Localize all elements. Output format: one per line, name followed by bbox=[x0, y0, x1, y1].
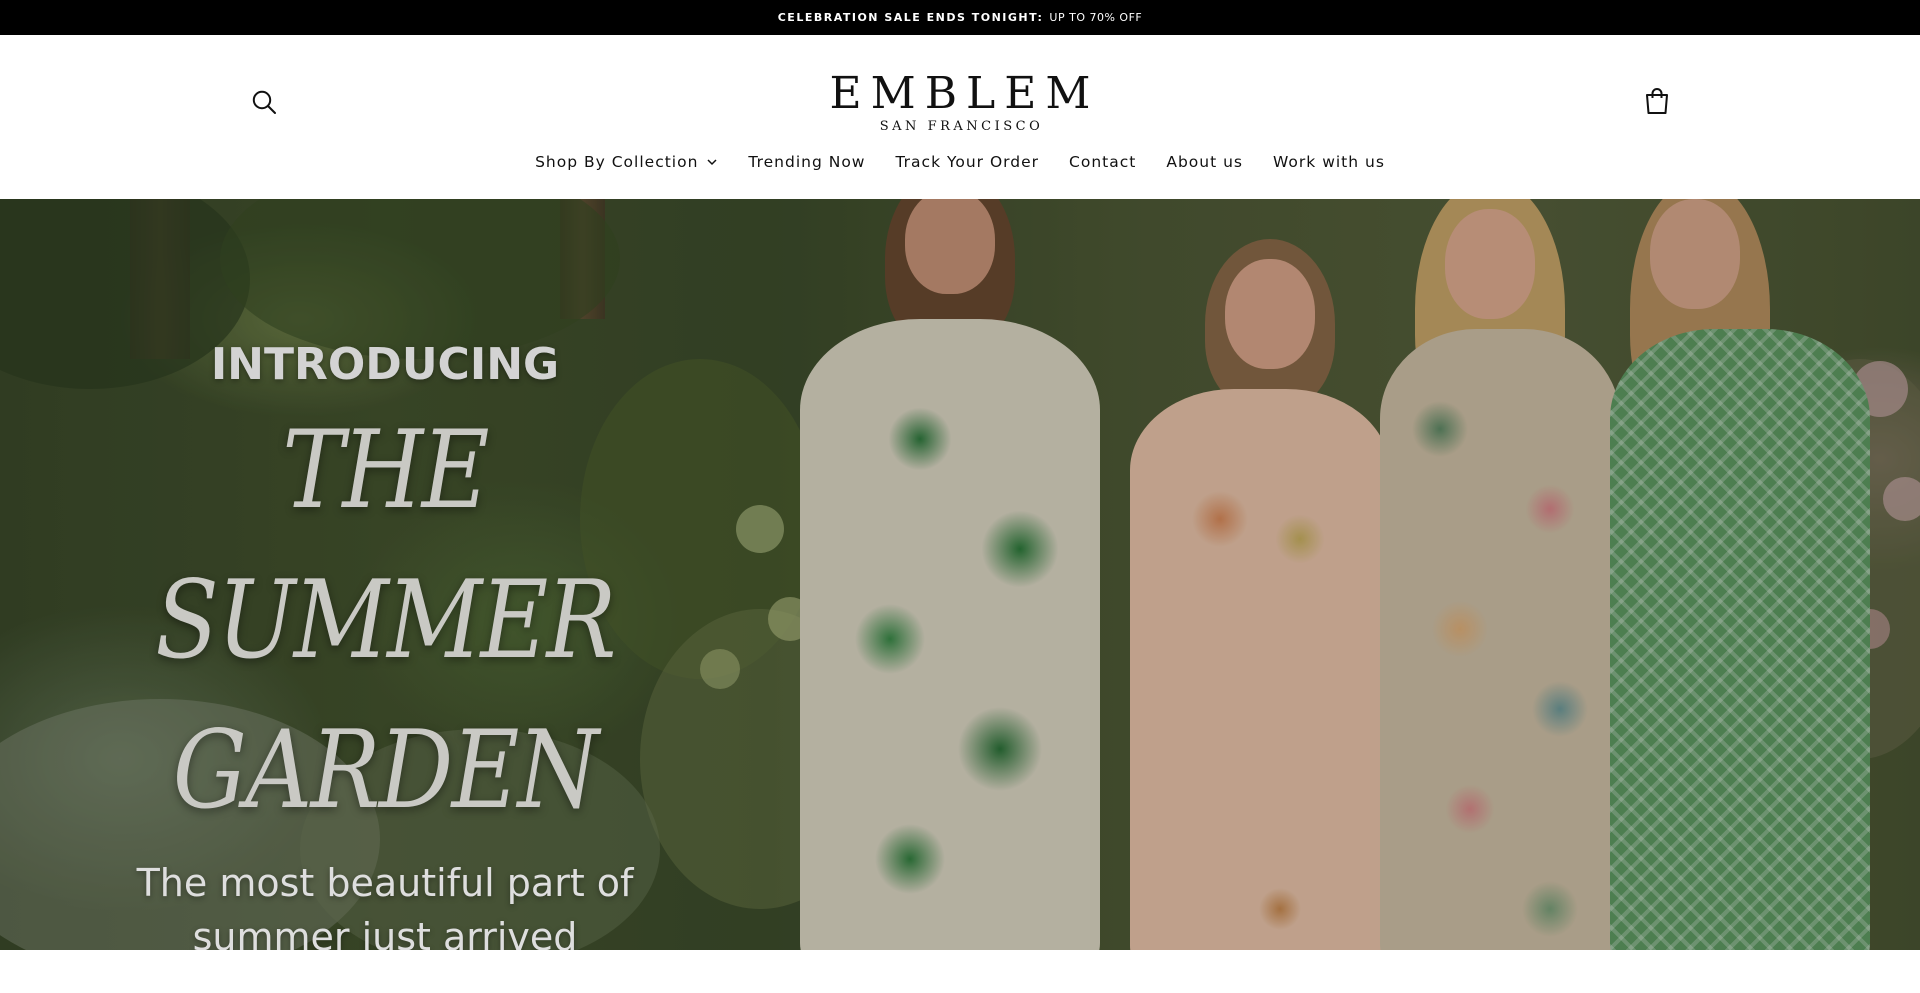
logo-subtitle: SAN FRANCISCO bbox=[879, 119, 1044, 134]
nav-item-shop-by-collection[interactable]: Shop By Collection bbox=[520, 153, 733, 171]
hero-headline-line1: THE SUMMER bbox=[155, 408, 616, 683]
nav-item-label: Track Your Order bbox=[895, 153, 1040, 171]
announcement-light-text: UP TO 70% OFF bbox=[1049, 11, 1143, 24]
hero-copy: INTRODUCING THE SUMMER GARDEN The most b… bbox=[60, 339, 710, 950]
nav-item-label: About us bbox=[1166, 153, 1244, 171]
nav-item-about-us[interactable]: About us bbox=[1151, 153, 1258, 171]
hero-subcopy-line2: summer just arrived bbox=[192, 915, 578, 950]
logo-wordmark: EMBLEM bbox=[829, 68, 1100, 119]
hero-eyebrow: INTRODUCING bbox=[210, 339, 560, 390]
hero-subcopy-line1: The most beautiful part of bbox=[136, 861, 634, 905]
nav-item-trending-now[interactable]: Trending Now bbox=[733, 153, 880, 171]
site-logo[interactable]: EMBLEM SAN FRANCISCO bbox=[810, 68, 1110, 135]
nav-item-contact[interactable]: Contact bbox=[1054, 153, 1151, 171]
nav-item-work-with-us[interactable]: Work with us bbox=[1258, 153, 1400, 171]
nav-item-label: Shop By Collection bbox=[535, 153, 699, 171]
announcement-bold-text: CELEBRATION SALE ENDS TONIGHT: bbox=[777, 11, 1044, 24]
hero-headline-line2: GARDEN bbox=[172, 708, 599, 833]
search-button[interactable] bbox=[250, 88, 278, 116]
nav-item-track-your-order[interactable]: Track Your Order bbox=[880, 153, 1054, 171]
chevron-down-icon bbox=[707, 159, 717, 166]
nav-item-label: Trending Now bbox=[748, 153, 866, 171]
hero-banner[interactable]: INTRODUCING THE SUMMER GARDEN The most b… bbox=[0, 199, 1920, 950]
shopping-bag-icon bbox=[1646, 88, 1668, 114]
announcement-bar: CELEBRATION SALE ENDS TONIGHT: UP TO 70%… bbox=[0, 0, 1920, 35]
main-navigation: Shop By Collection Trending Now Track Yo… bbox=[0, 153, 1920, 171]
site-header: EMBLEM SAN FRANCISCO Shop By Collection … bbox=[0, 35, 1920, 199]
search-icon bbox=[252, 90, 276, 114]
cart-button[interactable] bbox=[1642, 86, 1672, 116]
nav-item-label: Contact bbox=[1069, 153, 1137, 171]
nav-item-label: Work with us bbox=[1273, 153, 1385, 171]
